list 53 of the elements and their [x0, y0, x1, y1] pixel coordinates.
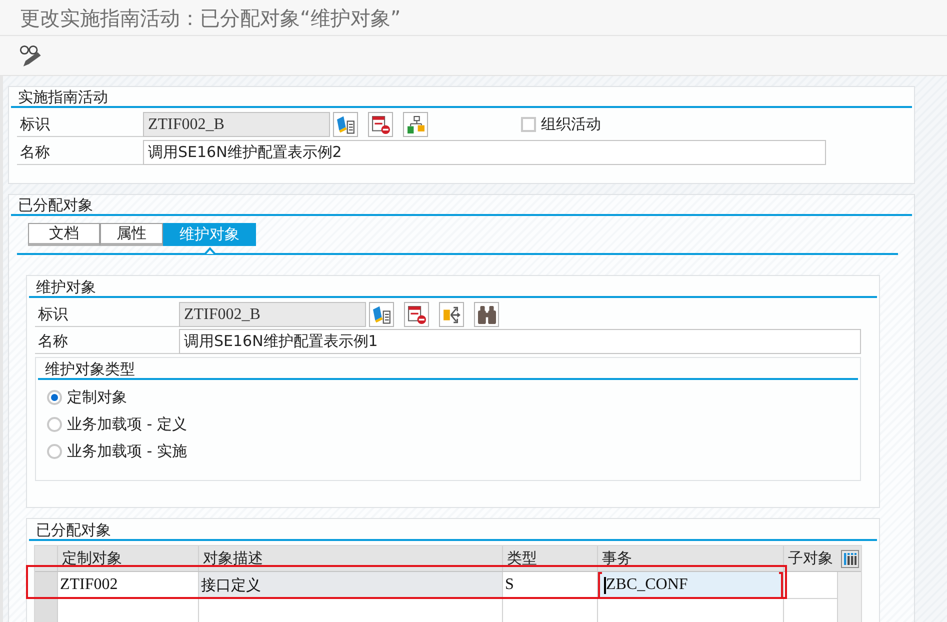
id-field[interactable]: ZTIF002_B: [143, 112, 330, 137]
radio-button[interactable]: [47, 417, 62, 432]
notebook-button[interactable]: [369, 302, 394, 327]
cell-text: ZBC_CONF: [606, 575, 688, 595]
tab[interactable]: 属性: [100, 223, 163, 246]
id-field[interactable]: ZTIF002_B: [179, 302, 366, 327]
column-header[interactable]: 定制对象: [58, 546, 199, 571]
window-title: 更改实施指南活动：已分配对象“维护对象”: [20, 4, 401, 32]
checkbox[interactable]: [521, 117, 536, 132]
branch-button[interactable]: [439, 302, 464, 327]
column-header[interactable]: 类型: [503, 546, 598, 571]
tab[interactable]: 文档: [28, 223, 100, 246]
checkbox-label[interactable]: 组织活动: [541, 113, 601, 136]
table-cell[interactable]: S: [503, 572, 598, 598]
table-cell[interactable]: ZBC_CONF: [598, 572, 784, 598]
columns-icon: [840, 550, 858, 568]
notebook-button[interactable]: [333, 112, 358, 137]
radio-label[interactable]: 定制对象: [67, 386, 127, 409]
glasses-pencil-icon: [19, 44, 43, 68]
window-minus-icon: [408, 306, 426, 324]
branch-arrows-icon: [442, 306, 460, 324]
hierarchy-icon: [406, 116, 424, 134]
section-title: 维护对象: [36, 278, 96, 296]
delete-button[interactable]: [368, 112, 393, 137]
focus-bracket-icon: [598, 572, 602, 599]
section-title: 已分配对象: [36, 521, 111, 539]
text-cursor-icon: [604, 576, 606, 594]
table-cell[interactable]: ZTIF002: [58, 572, 199, 598]
name-field[interactable]: 调用SE16N维护配置表示例2: [143, 140, 826, 165]
notebook-icon: [336, 116, 354, 134]
hierarchy-button[interactable]: [403, 112, 428, 137]
scrollbar[interactable]: [838, 572, 861, 622]
radio-label[interactable]: 业务加载项 - 实施: [67, 440, 187, 463]
focus-bracket-icon: [779, 572, 783, 599]
column-header[interactable]: 对象描述: [199, 546, 503, 571]
notebook-icon: [372, 306, 390, 324]
column-settings-button[interactable]: [840, 550, 858, 568]
find-button[interactable]: [474, 302, 499, 327]
delete-button[interactable]: [404, 302, 429, 327]
radio-label[interactable]: 业务加载项 - 定义: [67, 413, 187, 436]
table-cell: 接口定义: [199, 572, 503, 598]
radio-button[interactable]: [47, 444, 62, 459]
window-minus-icon: [372, 116, 390, 134]
display-change-button[interactable]: [19, 44, 43, 68]
section-title: 实施指南活动: [18, 88, 108, 106]
row-selector[interactable]: [35, 572, 58, 598]
name-field[interactable]: 调用SE16N维护配置表示例1: [179, 329, 861, 354]
binoculars-icon: [478, 306, 496, 324]
column-header[interactable]: 子对象: [784, 546, 838, 571]
section-title: 维护对象类型: [45, 360, 135, 378]
radio-button[interactable]: [47, 390, 62, 405]
column-header[interactable]: 事务: [598, 546, 784, 571]
section-title: 已分配对象: [18, 196, 93, 214]
